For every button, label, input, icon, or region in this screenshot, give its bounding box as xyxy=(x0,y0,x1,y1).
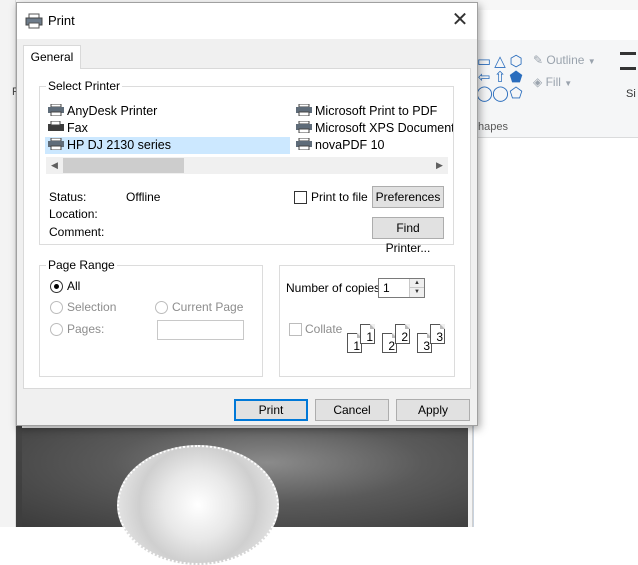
status-value: Offline xyxy=(126,190,161,204)
chevron-down-icon: ▼ xyxy=(587,57,596,66)
printer-item[interactable]: novaPDF 10 xyxy=(296,137,384,154)
printer-name: Microsoft Print to PDF xyxy=(315,104,438,118)
size-icon[interactable] xyxy=(620,52,636,70)
shape-callout-oval-icon[interactable]: ◯ xyxy=(476,86,493,102)
cancel-button[interactable]: Cancel xyxy=(315,399,389,421)
page-range-legend: Page Range xyxy=(46,258,117,272)
range-selection-radio[interactable] xyxy=(50,301,63,314)
comment-label: Comment: xyxy=(49,225,105,239)
scrollbar-thumb[interactable] xyxy=(63,158,184,173)
close-button[interactable]: ✕ xyxy=(447,9,473,33)
select-printer-legend: Select Printer xyxy=(46,79,123,93)
range-current-page-label[interactable]: Current Page xyxy=(172,300,243,314)
paint-left-strip xyxy=(0,0,16,527)
outline-icon: ✎ xyxy=(533,53,544,67)
range-current-page-radio[interactable] xyxy=(155,301,168,314)
status-label: Status: xyxy=(49,190,87,204)
dialog-titlebar: Print ✕ xyxy=(17,3,477,39)
print-button[interactable]: Print xyxy=(234,399,308,421)
printer-list-scrollbar[interactable]: ◀ ▶ xyxy=(46,157,448,174)
shape-up-arrow-icon[interactable]: ⇧ xyxy=(492,70,508,86)
scroll-right-icon[interactable]: ▶ xyxy=(431,157,448,174)
collate-illustration: 1 1 2 2 3 3 xyxy=(347,321,447,355)
printer-item[interactable]: Microsoft Print to PDF xyxy=(296,103,453,120)
select-printer-group: Select Printer AnyDesk Printer Fax HP DJ… xyxy=(39,79,454,255)
tab-general[interactable]: General xyxy=(23,45,81,69)
shape-pentagon-icon[interactable]: ⬟ xyxy=(508,70,524,86)
shape-triangle-icon[interactable]: △ xyxy=(492,54,508,70)
paint-image-doily xyxy=(117,445,279,565)
print-to-file-checkbox[interactable] xyxy=(294,191,307,204)
fill-dropdown[interactable]: ◈ Fill ▼ xyxy=(533,75,572,89)
collate-checkbox[interactable] xyxy=(289,323,302,336)
paint-canvas-right xyxy=(474,138,638,527)
printer-icon xyxy=(296,138,312,150)
range-all-radio[interactable] xyxy=(50,280,63,293)
printer-name: novaPDF 10 xyxy=(315,138,385,152)
printer-icon xyxy=(296,121,312,133)
fill-bucket-icon: ◈ xyxy=(533,75,543,89)
size-label: Si xyxy=(626,88,636,100)
find-printer-button[interactable]: Find Printer... xyxy=(372,217,444,255)
printer-name: HP DJ 2130 series xyxy=(67,138,171,152)
printer-item[interactable]: Microsoft XPS Document Writer xyxy=(296,120,453,137)
location-label: Location: xyxy=(49,207,98,221)
preferences-button[interactable]: Preferences xyxy=(372,186,444,208)
shape-star-icon[interactable]: ⬠ xyxy=(508,86,524,102)
printer-item-selected[interactable]: HP DJ 2130 series xyxy=(45,137,290,154)
collate-page: 1 xyxy=(360,324,375,344)
shape-rectangle-icon[interactable]: ▭ xyxy=(476,54,492,70)
collate-page: 2 xyxy=(395,324,410,344)
shapes-gallery[interactable]: ▭ △ ⬡ ⇦ ⇧ ⬟ ◯◯⬠ xyxy=(476,54,530,110)
outline-label: Outline xyxy=(546,53,585,67)
apply-button[interactable]: Apply xyxy=(396,399,470,421)
page-range-group: Page Range All Selection Current Page Pa… xyxy=(39,258,263,377)
chevron-down-icon: ▼ xyxy=(564,79,573,88)
spin-down-icon[interactable]: ▼ xyxy=(409,288,424,297)
printer-name: Fax xyxy=(67,121,88,135)
shapes-group-label: hapes xyxy=(478,121,508,133)
close-icon: ✕ xyxy=(451,9,469,31)
shape-callout-cloud-icon[interactable]: ◯ xyxy=(492,86,509,102)
shape-left-arrow-icon[interactable]: ⇦ xyxy=(476,70,492,86)
printer-icon xyxy=(25,13,43,29)
copies-stepper[interactable]: 1 ▲ ▼ xyxy=(378,278,425,298)
printer-name: AnyDesk Printer xyxy=(67,104,158,118)
range-pages-radio[interactable] xyxy=(50,323,63,336)
collate-label[interactable]: Collate xyxy=(305,322,342,336)
copies-value[interactable]: 1 xyxy=(383,281,390,295)
printer-list[interactable]: AnyDesk Printer Fax HP DJ 2130 series Mi… xyxy=(45,103,453,163)
print-dialog: Print ✕ General Select Printer AnyDesk P… xyxy=(16,2,478,426)
printer-name: Microsoft XPS Document Writer xyxy=(315,121,453,135)
range-all-label[interactable]: All xyxy=(67,279,80,293)
shape-hexagon-icon[interactable]: ⬡ xyxy=(508,54,524,70)
range-selection-label[interactable]: Selection xyxy=(67,300,116,314)
printer-item[interactable]: AnyDesk Printer xyxy=(48,103,157,120)
pages-input[interactable] xyxy=(157,320,244,340)
scroll-left-icon[interactable]: ◀ xyxy=(46,157,63,174)
dialog-title: Print xyxy=(48,13,75,28)
printer-icon xyxy=(48,104,64,116)
print-to-file-label[interactable]: Print to file xyxy=(311,190,368,204)
spin-up-icon[interactable]: ▲ xyxy=(409,279,424,288)
fill-label: Fill xyxy=(545,75,561,89)
copies-label: Number of copies: xyxy=(286,281,384,295)
collate-page: 3 xyxy=(430,324,445,344)
outline-dropdown[interactable]: ✎ Outline ▼ xyxy=(533,53,596,67)
fax-icon xyxy=(48,121,64,131)
printer-item[interactable]: Fax xyxy=(48,120,88,137)
printer-icon xyxy=(48,138,64,150)
range-pages-label[interactable]: Pages: xyxy=(67,322,104,336)
printer-icon xyxy=(296,104,312,116)
